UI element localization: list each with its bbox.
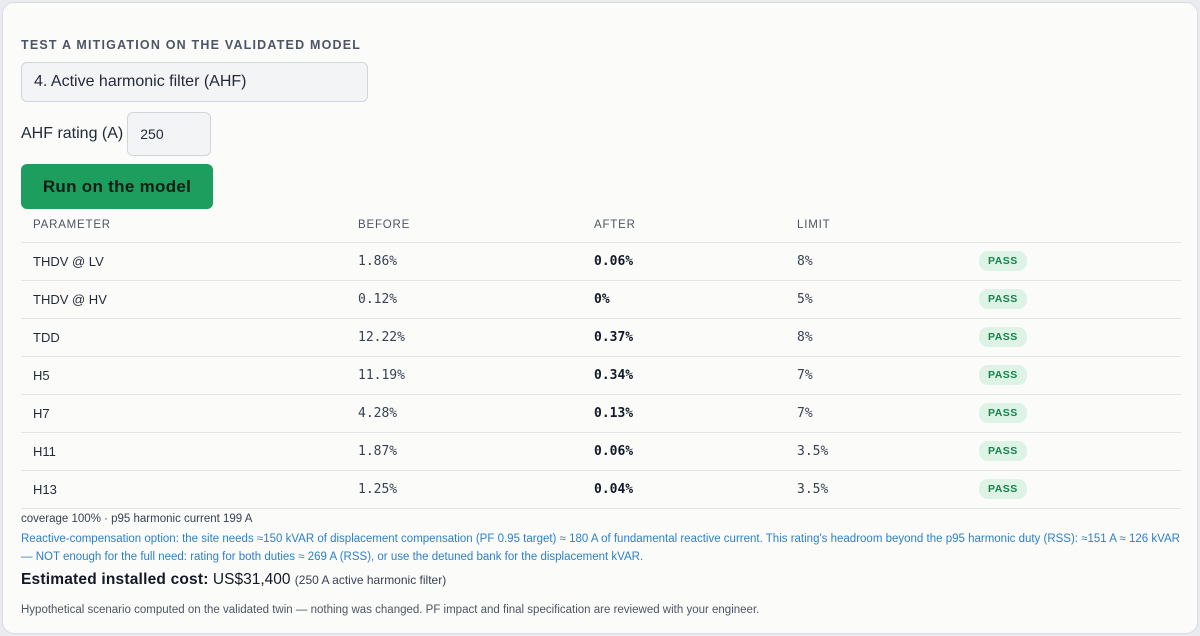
header-status	[967, 209, 1181, 243]
cost-label: Estimated installed cost:	[21, 571, 209, 588]
after-cell: 0.04%	[582, 470, 785, 509]
header-parameter: PARAMETER	[21, 209, 346, 243]
param-cell: TDD	[21, 318, 346, 357]
table-header-row: PARAMETER BEFORE AFTER LIMIT	[21, 209, 1181, 243]
limit-cell: 8%	[785, 318, 967, 357]
before-cell: 1.25%	[346, 470, 582, 509]
table-row: H5 11.19% 0.34% 7% PASS	[21, 356, 1181, 395]
status-cell: PASS	[967, 280, 1181, 319]
status-cell: PASS	[967, 318, 1181, 357]
param-cell: H13	[21, 470, 346, 509]
header-before: BEFORE	[346, 209, 582, 243]
header-limit: LIMIT	[785, 209, 967, 243]
limit-cell: 3.5%	[785, 432, 967, 471]
run-on-model-button[interactable]: Run on the model	[21, 164, 213, 209]
status-badge: PASS	[979, 251, 1027, 271]
limit-cell: 3.5%	[785, 470, 967, 509]
cost-note: (250 A active harmonic filter)	[294, 573, 447, 587]
table-row: TDD 12.22% 0.37% 8% PASS	[21, 318, 1181, 357]
rating-label: AHF rating (A)	[21, 125, 124, 142]
before-cell: 11.19%	[346, 356, 582, 395]
table-row: H11 1.87% 0.06% 3.5% PASS	[21, 432, 1181, 471]
limit-cell: 8%	[785, 242, 967, 281]
status-cell: PASS	[967, 432, 1181, 471]
before-cell: 1.87%	[346, 432, 582, 471]
after-cell: 0.06%	[582, 242, 785, 281]
rating-row: AHF rating (A)	[21, 112, 212, 156]
results-table: PARAMETER BEFORE AFTER LIMIT THDV @ LV 1…	[21, 209, 1181, 509]
status-badge: PASS	[979, 479, 1027, 499]
header-after: AFTER	[582, 209, 785, 243]
status-cell: PASS	[967, 242, 1181, 281]
after-cell: 0.37%	[582, 318, 785, 357]
mitigation-card: TEST A MITIGATION ON THE VALIDATED MODEL…	[2, 2, 1198, 634]
before-cell: 4.28%	[346, 394, 582, 433]
limit-cell: 7%	[785, 356, 967, 395]
before-cell: 0.12%	[346, 280, 582, 319]
after-cell: 0%	[582, 280, 785, 319]
estimated-cost: Estimated installed cost: US$31,400 (250…	[21, 571, 446, 589]
param-cell: THDV @ HV	[21, 280, 346, 319]
footnote: Hypothetical scenario computed on the va…	[21, 604, 760, 616]
limit-cell: 7%	[785, 394, 967, 433]
status-cell: PASS	[967, 356, 1181, 395]
coverage-text: coverage 100% · p95 harmonic current 199…	[21, 513, 253, 525]
table-row: THDV @ HV 0.12% 0% 5% PASS	[21, 280, 1181, 319]
param-cell: H7	[21, 394, 346, 433]
limit-cell: 5%	[785, 280, 967, 319]
status-cell: PASS	[967, 470, 1181, 509]
rating-input[interactable]	[127, 112, 212, 156]
table-row: THDV @ LV 1.86% 0.06% 8% PASS	[21, 242, 1181, 281]
status-badge: PASS	[979, 365, 1027, 385]
section-title: TEST A MITIGATION ON THE VALIDATED MODEL	[21, 38, 362, 52]
status-badge: PASS	[979, 441, 1027, 461]
table-row: H7 4.28% 0.13% 7% PASS	[21, 394, 1181, 433]
cost-value: US$31,400	[212, 571, 291, 588]
status-badge: PASS	[979, 289, 1027, 309]
before-cell: 12.22%	[346, 318, 582, 357]
mitigation-select[interactable]: 4. Active harmonic filter (AHF)	[21, 62, 368, 102]
param-cell: H5	[21, 356, 346, 395]
param-cell: H11	[21, 432, 346, 471]
table-row: H13 1.25% 0.04% 3.5% PASS	[21, 470, 1181, 509]
status-badge: PASS	[979, 327, 1027, 347]
after-cell: 0.06%	[582, 432, 785, 471]
status-badge: PASS	[979, 403, 1027, 423]
after-cell: 0.13%	[582, 394, 785, 433]
reactive-compensation-note: Reactive-compensation option: the site n…	[21, 533, 1180, 563]
after-cell: 0.34%	[582, 356, 785, 395]
param-cell: THDV @ LV	[21, 242, 346, 281]
before-cell: 1.86%	[346, 242, 582, 281]
status-cell: PASS	[967, 394, 1181, 433]
